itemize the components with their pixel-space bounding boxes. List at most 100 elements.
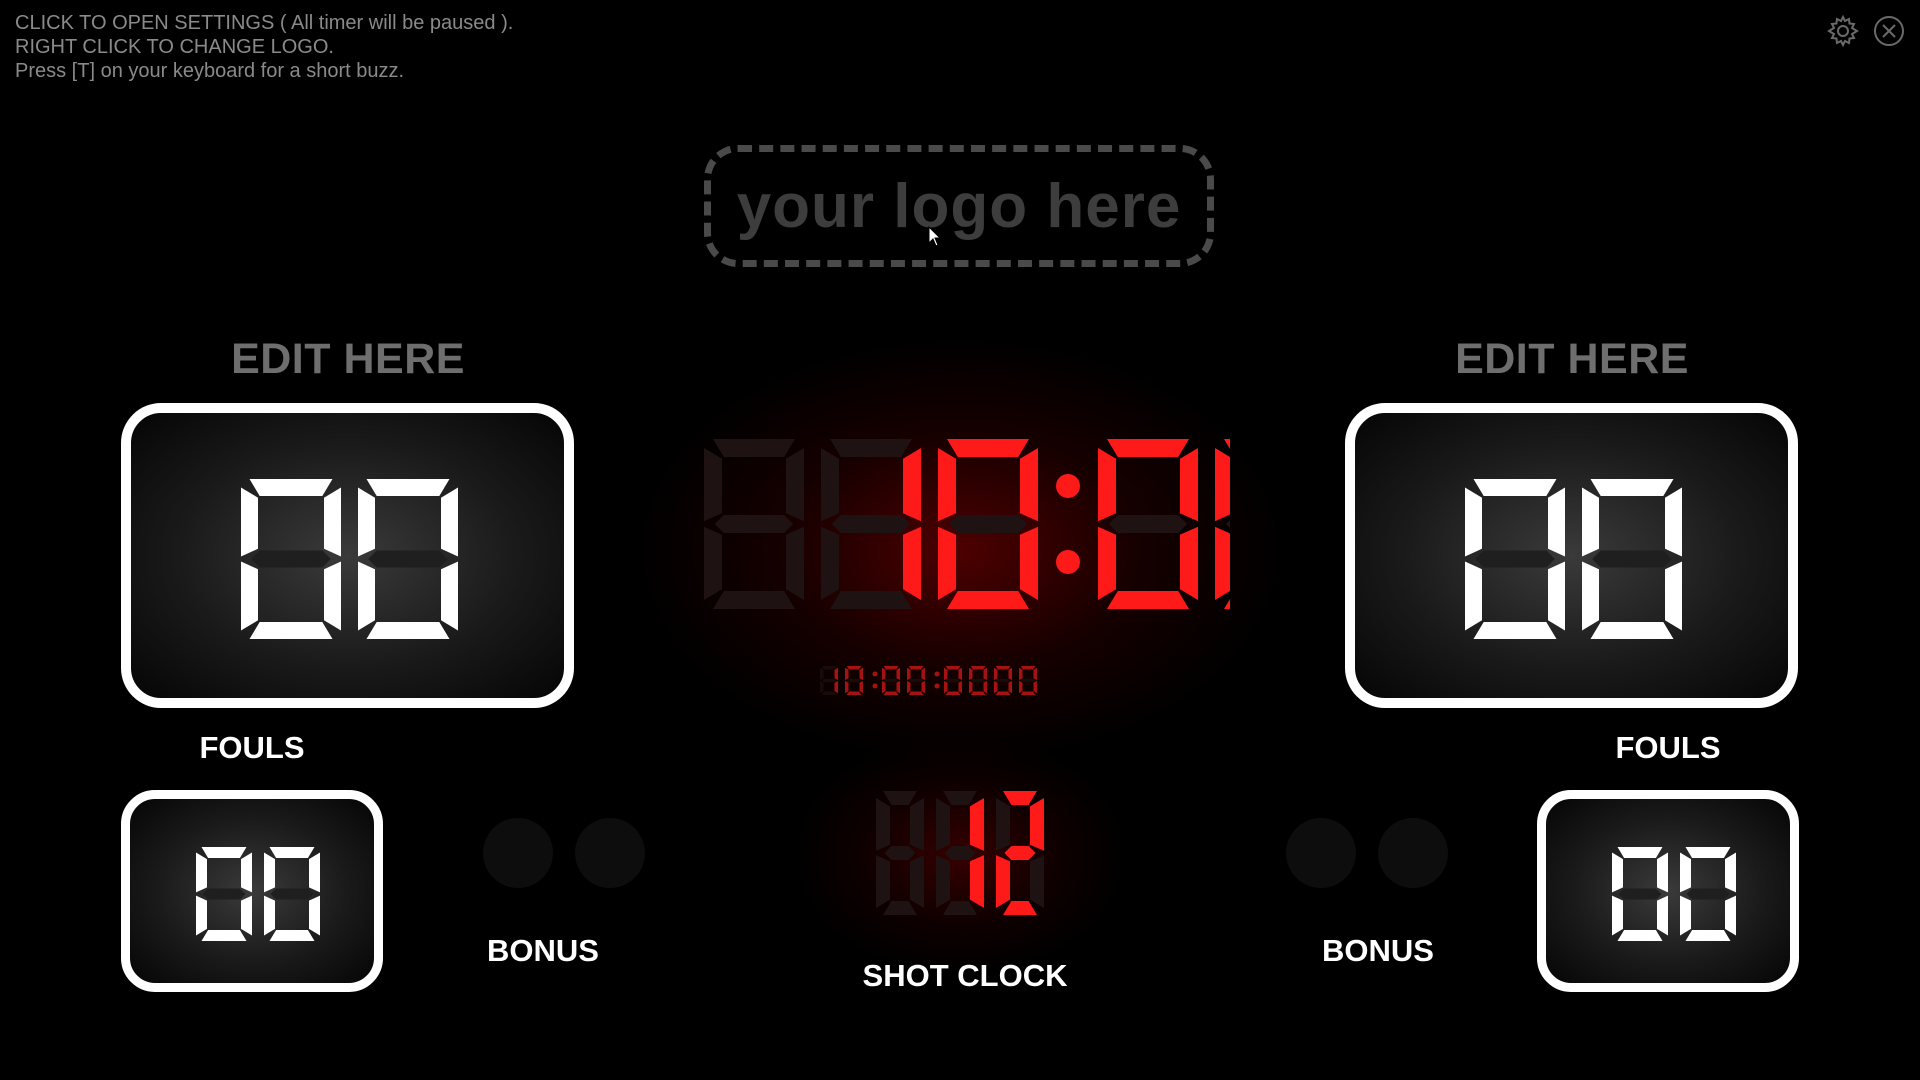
guest-bonus-indicator-1[interactable] — [1286, 818, 1356, 888]
precise-clock-digit-8-segment-c — [983, 681, 987, 694]
precise-clock-digit-8-segment-d — [970, 691, 986, 695]
guest-score-digit-2-segment-g — [1592, 550, 1672, 568]
home-score-digit-2-segment-a — [366, 479, 450, 496]
precise-clock-digit-4-segment-c — [896, 681, 900, 694]
home-fouls-digit-1-segment-c — [241, 895, 252, 936]
precise-clock-digit-4-segment-f — [882, 667, 886, 680]
precise-clock-digit-10-segment-d — [1020, 691, 1036, 695]
guest-fouls-label: FOULS — [1615, 730, 1721, 765]
precise-clock-digit-7-segment-a — [945, 666, 961, 670]
guest-score-display — [1465, 479, 1682, 639]
precise-clock-digit-2-segment-f — [845, 667, 849, 680]
home-fouls-panel[interactable] — [121, 790, 383, 992]
home-fouls-digit-2-segment-c — [309, 895, 320, 936]
precise-clock-digit-4-segment-d — [883, 691, 899, 695]
shot-clock-display[interactable] — [872, 787, 1047, 919]
precise-clock-digit-10-segment-a — [1020, 666, 1036, 670]
guest-fouls-digit-1-segment-e — [1612, 895, 1623, 936]
precise-clock-digit-1-segment-g — [822, 678, 836, 683]
home-bonus-indicator-1[interactable] — [483, 818, 553, 888]
precise-clock-digit-5-segment-b — [921, 667, 925, 680]
home-fouls-digit-1-segment-g — [202, 888, 246, 900]
precise-clock-digit-7-segment-b — [958, 667, 962, 680]
game-clock-minute-3-segment-a — [947, 439, 1029, 457]
shot-clock-label: SHOT CLOCK — [862, 958, 1068, 993]
precise-clock-digit-9-segment-f — [994, 667, 998, 680]
game-clock-second-2-segment-f — [1215, 448, 1230, 522]
precise-clock-digit-10-segment-c — [1033, 681, 1037, 694]
game-clock-minute-3-segment-b — [1020, 448, 1038, 522]
game-clock-minute-1-segment-c — [786, 526, 804, 600]
home-score-panel[interactable] — [121, 403, 574, 708]
guest-score-panel[interactable] — [1345, 403, 1798, 708]
precise-clock-colon-5-dot-2 — [934, 683, 940, 689]
game-clock-minute-1-segment-g — [714, 515, 794, 533]
game-clock-minute-2-segment-f — [821, 448, 839, 522]
guest-score-digit-2-segment-e — [1582, 561, 1599, 631]
gear-icon[interactable] — [1826, 14, 1860, 48]
game-clock-colon-dot-1 — [1056, 474, 1080, 498]
guest-bonus-label: BONUS — [1322, 933, 1434, 968]
game-clock-minute-3-segment-g — [948, 515, 1028, 533]
game-clock-minute-3-segment-f — [938, 448, 956, 522]
guest-fouls-display — [1612, 847, 1736, 941]
game-clock-minute-2-segment-c — [903, 526, 921, 600]
close-icon[interactable] — [1872, 14, 1906, 48]
scoreboard-screen[interactable]: CLICK TO OPEN SETTINGS ( All timer will … — [0, 0, 1920, 1080]
shot-clock-digit-1-segment-e — [876, 855, 890, 908]
home-score-digit-1-segment-e — [241, 561, 258, 631]
precise-clock-digit-9-segment-d — [995, 691, 1011, 695]
shot-clock-digit-1-segment-b — [910, 798, 924, 851]
precise-clock-digit-2-segment-b — [859, 667, 863, 680]
guest-fouls-digit-2-segment-f — [1680, 852, 1691, 893]
home-bonus-label: BONUS — [487, 933, 599, 968]
guest-score-digit-2-segment-b — [1665, 487, 1682, 557]
logo-placeholder[interactable]: your logo here — [704, 145, 1214, 267]
precise-clock-digit-2-segment-c — [859, 681, 863, 694]
home-score-digit-2-segment-g — [368, 550, 448, 568]
guest-score-digit-1-segment-c — [1548, 561, 1565, 631]
guest-fouls-digit-1-segment-f — [1612, 852, 1623, 893]
guest-fouls-digit-1-segment-c — [1657, 895, 1668, 936]
shot-clock-digit-3-segment-e — [996, 855, 1010, 908]
guest-fouls-digit-2-segment-d — [1685, 930, 1731, 941]
game-clock-second-2-segment-g — [1225, 519, 1230, 529]
game-clock-display[interactable] — [700, 434, 1230, 616]
precise-clock-digit-10-segment-b — [1033, 667, 1037, 680]
guest-score-digit-1-segment-g — [1475, 550, 1555, 568]
guest-bonus-indicator-2[interactable] — [1378, 818, 1448, 888]
home-score-digit-1-segment-d — [249, 622, 333, 639]
precise-clock-digit-5-segment-f — [907, 667, 911, 680]
shot-clock-digit-3-segment-b — [1030, 798, 1044, 851]
precise-clock-digit-5-segment-a — [908, 666, 924, 670]
help-line-buzz: Press [T] on your keyboard for a short b… — [15, 60, 405, 82]
precise-clock-digit-1-segment-c — [834, 681, 838, 694]
precise-clock-digit-2-segment-e — [845, 681, 849, 694]
guest-fouls-panel[interactable] — [1537, 790, 1799, 992]
shot-clock-digit-1-segment-c — [910, 855, 924, 908]
precise-clock-digit-1-segment-a — [821, 666, 837, 670]
precise-clock-digit-4-segment-a — [883, 666, 899, 670]
home-team-name[interactable]: EDIT HERE — [118, 335, 578, 384]
precise-clock-digit-9-segment-c — [1008, 681, 1012, 694]
precise-clock-digit-7-segment-g — [946, 678, 960, 683]
game-clock-second-1-segment-a — [1107, 439, 1189, 457]
home-bonus-indicator-2[interactable] — [575, 818, 645, 888]
precise-clock-digit-9-segment-b — [1008, 667, 1012, 680]
guest-score-digit-2-segment-c — [1665, 561, 1682, 631]
guest-score-digit-2-segment-d — [1590, 622, 1674, 639]
home-fouls-digit-2-segment-g — [270, 888, 314, 900]
precise-clock-digit-5-segment-e — [907, 681, 911, 694]
guest-score-digit-2-segment-f — [1582, 487, 1599, 557]
home-fouls-digit-1-segment-f — [196, 852, 207, 893]
guest-fouls-digit-1-segment-d — [1617, 930, 1663, 941]
shot-clock-digit-1-segment-g — [884, 846, 916, 860]
guest-fouls-digit-2-segment-c — [1725, 895, 1736, 936]
guest-team-name[interactable]: EDIT HERE — [1342, 335, 1802, 384]
game-clock-second-1-segment-d — [1107, 591, 1189, 609]
shot-clock-digit-2-segment-g — [944, 846, 976, 860]
game-clock-colon-dot-2 — [1056, 550, 1080, 574]
shot-clock-digit-3-segment-g — [1004, 846, 1036, 860]
precise-clock-digit-2-segment-d — [846, 691, 862, 695]
precise-clock-digit-10-segment-f — [1019, 667, 1023, 680]
